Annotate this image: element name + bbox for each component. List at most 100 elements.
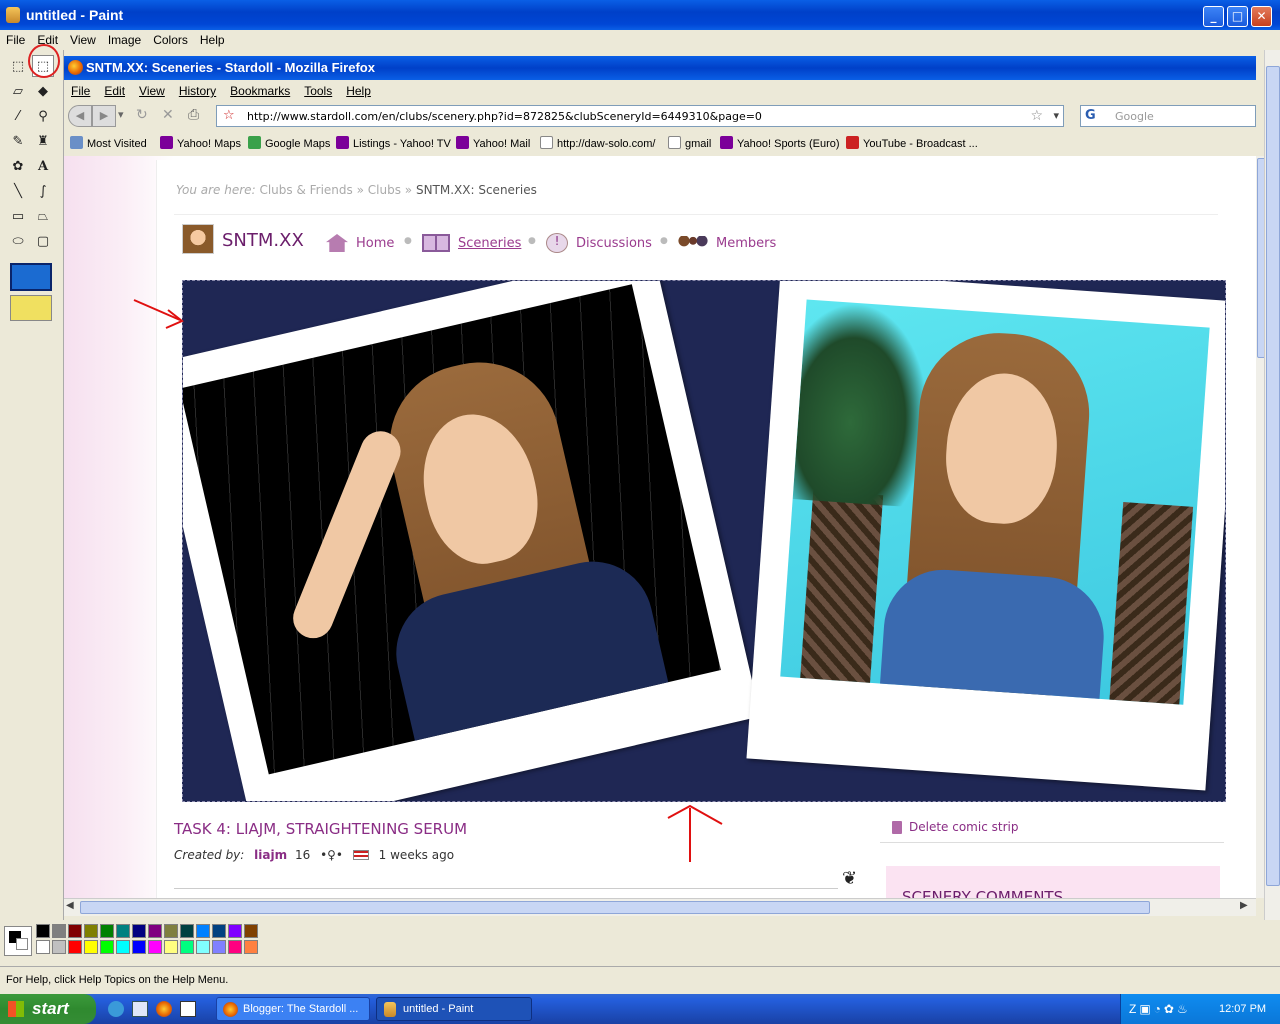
palette-color-swatch[interactable] <box>100 940 114 954</box>
paint-menu-help[interactable]: Help <box>194 30 231 50</box>
paint-menu-view[interactable]: View <box>64 30 102 50</box>
palette-color-swatch[interactable] <box>84 924 98 938</box>
bookmark-gmail[interactable]: gmail <box>668 136 711 150</box>
stop-icon[interactable]: ✕ <box>162 107 174 123</box>
print-icon[interactable]: ⎙ <box>188 107 199 123</box>
nav-discussions[interactable]: Discussions <box>576 236 652 251</box>
ff-menu-view[interactable]: View <box>132 80 172 102</box>
ellipse-icon[interactable]: ⬭ <box>7 230 29 252</box>
palette-color-swatch[interactable] <box>196 924 210 938</box>
palette-color-swatch[interactable] <box>148 924 162 938</box>
paint-menu-colors[interactable]: Colors <box>147 30 194 50</box>
close-button[interactable]: ✕ <box>1251 6 1272 27</box>
palette-color-swatch[interactable] <box>164 940 178 954</box>
maximize-button[interactable]: □ <box>1227 6 1248 27</box>
palette-color-swatch[interactable] <box>244 924 258 938</box>
polygon-icon[interactable]: ⏢ <box>32 205 54 227</box>
nav-members[interactable]: Members <box>716 236 776 251</box>
transparent-mode-icon[interactable] <box>10 295 52 321</box>
breadcrumb-clubs[interactable]: Clubs <box>368 183 401 197</box>
palette-color-swatch[interactable] <box>68 924 82 938</box>
scenery-image[interactable] <box>182 280 1226 802</box>
palette-color-swatch[interactable] <box>132 924 146 938</box>
quick-launch-firefox-icon[interactable] <box>156 1001 172 1017</box>
quick-launch-app-icon[interactable] <box>180 1001 196 1017</box>
paint-vertical-scrollbar[interactable] <box>1264 50 1280 920</box>
palette-color-swatch[interactable] <box>148 940 162 954</box>
palette-color-swatch[interactable] <box>116 940 130 954</box>
palette-color-swatch[interactable] <box>36 940 50 954</box>
reload-icon[interactable]: ↻ <box>136 107 148 123</box>
paint-menu-image[interactable]: Image <box>102 30 147 50</box>
text-tool-icon[interactable]: A <box>32 155 54 177</box>
minimize-button[interactable]: _ <box>1203 6 1224 27</box>
url-bar[interactable]: ☆ http://www.stardoll.com/en/clubs/scene… <box>216 105 1064 127</box>
pencil-icon[interactable]: ✎ <box>7 130 29 152</box>
back-button[interactable]: ◀ <box>68 105 92 127</box>
bookmark-yahoo-sports[interactable]: Yahoo! Sports (Euro) <box>720 136 840 150</box>
tray-icons[interactable]: Z▣◔✿♨ <box>1129 1002 1191 1016</box>
delete-comic-strip-link[interactable]: Delete comic strip <box>909 820 1018 834</box>
bookmark-youtube[interactable]: YouTube - Broadcast ... <box>846 136 978 150</box>
star-icon[interactable]: ☆ <box>1030 108 1043 124</box>
rounded-rect-icon[interactable]: ▢ <box>32 230 54 252</box>
palette-color-swatch[interactable] <box>212 924 226 938</box>
color-picker-icon[interactable]: ⁄ <box>7 105 29 127</box>
taskbar-item-blogger[interactable]: Blogger: The Stardoll ... <box>216 997 370 1021</box>
bookmark-google-maps[interactable]: Google Maps <box>248 136 330 150</box>
palette-color-swatch[interactable] <box>84 940 98 954</box>
bookmark-daw-solo[interactable]: http://daw-solo.com/ <box>540 136 655 150</box>
palette-color-swatch[interactable] <box>180 924 194 938</box>
curve-icon[interactable]: ∫ <box>32 180 54 202</box>
history-dropdown-icon[interactable]: ▾ <box>118 108 124 121</box>
free-select-icon[interactable]: ⬚ <box>7 55 29 77</box>
start-button[interactable]: start <box>0 994 96 1024</box>
ff-menu-help[interactable]: Help <box>339 80 378 102</box>
palette-color-swatch[interactable] <box>180 940 194 954</box>
palette-color-swatch[interactable] <box>100 924 114 938</box>
ff-menu-history[interactable]: History <box>172 80 223 102</box>
palette-color-swatch[interactable] <box>228 924 242 938</box>
creator-link[interactable]: liajm <box>254 848 287 862</box>
ff-menu-file[interactable]: File <box>64 80 97 102</box>
palette-color-swatch[interactable] <box>196 940 210 954</box>
line-icon[interactable]: ╲ <box>7 180 29 202</box>
nav-sceneries[interactable]: Sceneries <box>458 236 521 251</box>
scroll-thumb[interactable] <box>80 901 1150 914</box>
brush-icon[interactable]: ♜ <box>32 130 54 152</box>
rectangle-icon[interactable]: ▭ <box>7 205 29 227</box>
palette-color-swatch[interactable] <box>68 940 82 954</box>
bookmark-most-visited[interactable]: Most Visited <box>70 136 147 150</box>
airbrush-icon[interactable]: ✿ <box>7 155 29 177</box>
palette-color-swatch[interactable] <box>36 924 50 938</box>
scroll-left-icon[interactable]: ◀ <box>66 900 74 911</box>
quick-launch-ie-icon[interactable] <box>108 1001 124 1017</box>
search-bar[interactable]: G Google <box>1080 105 1256 127</box>
ff-menu-bookmarks[interactable]: Bookmarks <box>223 80 297 102</box>
palette-color-swatch[interactable] <box>116 924 130 938</box>
fill-bucket-icon[interactable]: ◆ <box>32 80 54 102</box>
eraser-icon[interactable]: ▱ <box>7 80 29 102</box>
breadcrumb-clubs-friends[interactable]: Clubs & Friends <box>259 183 352 197</box>
magnifier-icon[interactable]: ⚲ <box>32 105 54 127</box>
bookmark-yahoo-maps[interactable]: Yahoo! Maps <box>160 136 241 150</box>
palette-color-swatch[interactable] <box>52 940 66 954</box>
forward-button[interactable]: ▶ <box>92 105 116 127</box>
palette-color-swatch[interactable] <box>244 940 258 954</box>
palette-color-swatch[interactable] <box>52 924 66 938</box>
scroll-right-icon[interactable]: ▶ <box>1240 900 1248 911</box>
opaque-mode-icon[interactable] <box>10 263 52 291</box>
paint-menu-file[interactable]: File <box>0 30 31 50</box>
ff-menu-edit[interactable]: Edit <box>97 80 132 102</box>
bookmark-yahoo-mail[interactable]: Yahoo! Mail <box>456 136 530 150</box>
scroll-thumb[interactable] <box>1266 66 1280 886</box>
club-name[interactable]: SNTM.XX <box>222 230 304 251</box>
horizontal-scrollbar[interactable]: ◀ ▶ <box>64 898 1256 916</box>
taskbar-item-paint[interactable]: untitled - Paint <box>376 997 532 1021</box>
palette-color-swatch[interactable] <box>132 940 146 954</box>
palette-color-swatch[interactable] <box>212 940 226 954</box>
palette-color-swatch[interactable] <box>164 924 178 938</box>
bookmark-yahoo-tv[interactable]: Listings - Yahoo! TV <box>336 136 451 150</box>
quick-launch-desktop-icon[interactable] <box>132 1001 148 1017</box>
url-dropdown-icon[interactable]: ▾ <box>1053 109 1059 122</box>
